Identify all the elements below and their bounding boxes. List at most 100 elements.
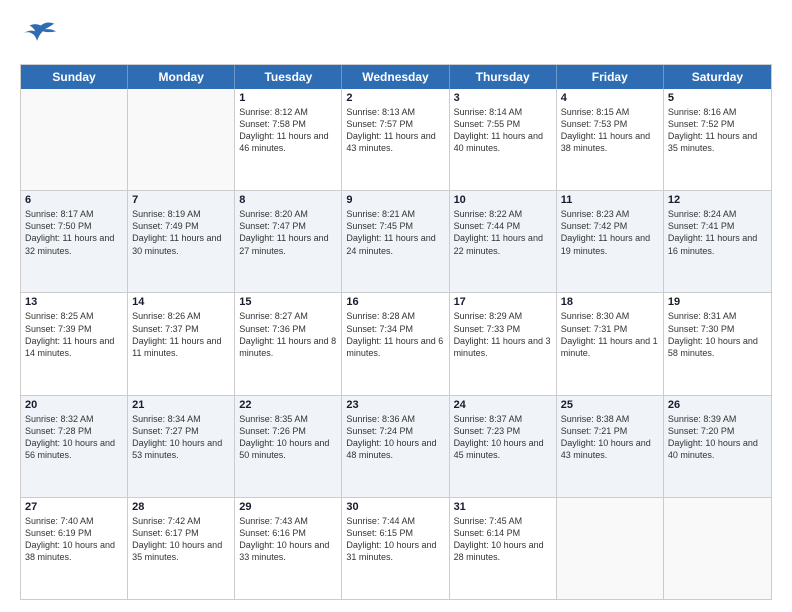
page: SundayMondayTuesdayWednesdayThursdayFrid… xyxy=(0,0,792,612)
day-number: 28 xyxy=(132,501,230,513)
day-cell: 17 Sunrise: 8:29 AM Sunset: 7:33 PM Dayli… xyxy=(450,293,557,394)
day-number: 21 xyxy=(132,399,230,411)
day-cell: 13Sunrise: 8:25 AM Sunset: 7:39 PM Dayli… xyxy=(21,293,128,394)
day-cell: 25 Sunrise: 8:38 AM Sunset: 7:21 PM Dayli… xyxy=(557,396,664,497)
day-number: 9 xyxy=(346,194,444,206)
day-cell: 24 Sunrise: 8:37 AM Sunset: 7:23 PM Dayli… xyxy=(450,396,557,497)
day-name-thursday: Thursday xyxy=(450,65,557,89)
day-info: Sunrise: 8:24 AM Sunset: 7:41 PM Dayligh… xyxy=(668,208,767,257)
week-row: 20 Sunrise: 8:32 AM Sunset: 7:28 PM Dayli… xyxy=(21,395,771,497)
day-cell: 28 Sunrise: 7:42 AM Sunset: 6:17 PM Dayli… xyxy=(128,498,235,599)
day-cell xyxy=(21,89,128,190)
day-number: 10 xyxy=(454,194,552,206)
day-info: Sunrise: 7:42 AM Sunset: 6:17 PM Dayligh… xyxy=(132,515,230,564)
day-info: Sunrise: 8:19 AM Sunset: 7:49 PM Dayligh… xyxy=(132,208,230,257)
day-info: Sunrise: 8:35 AM Sunset: 7:26 PM Dayligh… xyxy=(239,413,337,462)
day-number: 4 xyxy=(561,92,659,104)
day-cell: 21 Sunrise: 8:34 AM Sunset: 7:27 PM Dayli… xyxy=(128,396,235,497)
day-number: 19 xyxy=(668,296,767,308)
day-number: 18 xyxy=(561,296,659,308)
day-cell xyxy=(664,498,771,599)
day-number: 24 xyxy=(454,399,552,411)
day-info: Sunrise: 8:36 AM Sunset: 7:24 PM Dayligh… xyxy=(346,413,444,462)
day-number: 15 xyxy=(239,296,337,308)
day-info: Sunrise: 8:20 AM Sunset: 7:47 PM Dayligh… xyxy=(239,208,337,257)
day-number: 12 xyxy=(668,194,767,206)
day-number: 14 xyxy=(132,296,230,308)
day-cell: 18 Sunrise: 8:30 AM Sunset: 7:31 PM Dayli… xyxy=(557,293,664,394)
day-cell: 6 Sunrise: 8:17 AM Sunset: 7:50 PM Daylig… xyxy=(21,191,128,292)
day-info: Sunrise: 8:28 AM Sunset: 7:34 PM Dayligh… xyxy=(346,310,444,359)
day-info: Sunrise: 8:21 AM Sunset: 7:45 PM Dayligh… xyxy=(346,208,444,257)
day-info: Sunrise: 8:23 AM Sunset: 7:42 PM Dayligh… xyxy=(561,208,659,257)
day-cell: 22 Sunrise: 8:35 AM Sunset: 7:26 PM Dayli… xyxy=(235,396,342,497)
day-number: 25 xyxy=(561,399,659,411)
day-cell: 5 Sunrise: 8:16 AM Sunset: 7:52 PM Daylig… xyxy=(664,89,771,190)
day-number: 5 xyxy=(668,92,767,104)
day-info: Sunrise: 8:26 AM Sunset: 7:37 PM Dayligh… xyxy=(132,310,230,359)
day-info: Sunrise: 8:30 AM Sunset: 7:31 PM Dayligh… xyxy=(561,310,659,359)
day-number: 26 xyxy=(668,399,767,411)
day-info: Sunrise: 8:17 AM Sunset: 7:50 PM Dayligh… xyxy=(25,208,123,257)
day-cell: 26Sunrise: 8:39 AM Sunset: 7:20 PM Dayli… xyxy=(664,396,771,497)
day-number: 27 xyxy=(25,501,123,513)
day-cell: 20 Sunrise: 8:32 AM Sunset: 7:28 PM Dayli… xyxy=(21,396,128,497)
week-row: 27Sunrise: 7:40 AM Sunset: 6:19 PM Dayli… xyxy=(21,497,771,599)
day-number: 8 xyxy=(239,194,337,206)
day-number: 16 xyxy=(346,296,444,308)
day-info: Sunrise: 8:37 AM Sunset: 7:23 PM Dayligh… xyxy=(454,413,552,462)
day-cell: 19 Sunrise: 8:31 AM Sunset: 7:30 PM Dayli… xyxy=(664,293,771,394)
day-cell: 23Sunrise: 8:36 AM Sunset: 7:24 PM Dayli… xyxy=(342,396,449,497)
day-name-sunday: Sunday xyxy=(21,65,128,89)
day-info: Sunrise: 8:34 AM Sunset: 7:27 PM Dayligh… xyxy=(132,413,230,462)
day-name-tuesday: Tuesday xyxy=(235,65,342,89)
day-info: Sunrise: 7:44 AM Sunset: 6:15 PM Dayligh… xyxy=(346,515,444,564)
day-info: Sunrise: 8:12 AM Sunset: 7:58 PM Dayligh… xyxy=(239,106,337,155)
day-cell: 11Sunrise: 8:23 AM Sunset: 7:42 PM Dayli… xyxy=(557,191,664,292)
day-number: 6 xyxy=(25,194,123,206)
day-info: Sunrise: 8:38 AM Sunset: 7:21 PM Dayligh… xyxy=(561,413,659,462)
calendar-body: 1 Sunrise: 8:12 AM Sunset: 7:58 PM Daylig… xyxy=(21,89,771,599)
day-info: Sunrise: 7:45 AM Sunset: 6:14 PM Dayligh… xyxy=(454,515,552,564)
day-number: 22 xyxy=(239,399,337,411)
day-number: 3 xyxy=(454,92,552,104)
day-info: Sunrise: 8:27 AM Sunset: 7:36 PM Dayligh… xyxy=(239,310,337,359)
day-number: 17 xyxy=(454,296,552,308)
logo xyxy=(20,16,62,54)
calendar: SundayMondayTuesdayWednesdayThursdayFrid… xyxy=(20,64,772,600)
day-number: 31 xyxy=(454,501,552,513)
day-number: 13 xyxy=(25,296,123,308)
day-info: Sunrise: 8:32 AM Sunset: 7:28 PM Dayligh… xyxy=(25,413,123,462)
day-cell: 8 Sunrise: 8:20 AM Sunset: 7:47 PM Daylig… xyxy=(235,191,342,292)
day-info: Sunrise: 8:14 AM Sunset: 7:55 PM Dayligh… xyxy=(454,106,552,155)
week-row: 13Sunrise: 8:25 AM Sunset: 7:39 PM Dayli… xyxy=(21,292,771,394)
day-name-friday: Friday xyxy=(557,65,664,89)
day-cell: 12 Sunrise: 8:24 AM Sunset: 7:41 PM Dayli… xyxy=(664,191,771,292)
header xyxy=(20,16,772,54)
day-info: Sunrise: 8:29 AM Sunset: 7:33 PM Dayligh… xyxy=(454,310,552,359)
day-info: Sunrise: 8:31 AM Sunset: 7:30 PM Dayligh… xyxy=(668,310,767,359)
day-info: Sunrise: 8:13 AM Sunset: 7:57 PM Dayligh… xyxy=(346,106,444,155)
week-row: 1 Sunrise: 8:12 AM Sunset: 7:58 PM Daylig… xyxy=(21,89,771,190)
day-number: 2 xyxy=(346,92,444,104)
day-info: Sunrise: 8:15 AM Sunset: 7:53 PM Dayligh… xyxy=(561,106,659,155)
day-cell: 15 Sunrise: 8:27 AM Sunset: 7:36 PM Dayli… xyxy=(235,293,342,394)
day-cell: 7Sunrise: 8:19 AM Sunset: 7:49 PM Daylig… xyxy=(128,191,235,292)
day-name-saturday: Saturday xyxy=(664,65,771,89)
day-cell: 29Sunrise: 7:43 AM Sunset: 6:16 PM Dayli… xyxy=(235,498,342,599)
day-info: Sunrise: 8:22 AM Sunset: 7:44 PM Dayligh… xyxy=(454,208,552,257)
day-cell: 9 Sunrise: 8:21 AM Sunset: 7:45 PM Daylig… xyxy=(342,191,449,292)
day-number: 1 xyxy=(239,92,337,104)
calendar-header: SundayMondayTuesdayWednesdayThursdayFrid… xyxy=(21,65,771,89)
day-info: Sunrise: 7:43 AM Sunset: 6:16 PM Dayligh… xyxy=(239,515,337,564)
day-cell: 10 Sunrise: 8:22 AM Sunset: 7:44 PM Dayli… xyxy=(450,191,557,292)
day-cell: 30Sunrise: 7:44 AM Sunset: 6:15 PM Dayli… xyxy=(342,498,449,599)
day-cell: 31 Sunrise: 7:45 AM Sunset: 6:14 PM Dayli… xyxy=(450,498,557,599)
day-cell: 4 Sunrise: 8:15 AM Sunset: 7:53 PM Daylig… xyxy=(557,89,664,190)
day-number: 20 xyxy=(25,399,123,411)
logo-icon xyxy=(20,16,58,54)
day-cell: 14 Sunrise: 8:26 AM Sunset: 7:37 PM Dayli… xyxy=(128,293,235,394)
day-name-wednesday: Wednesday xyxy=(342,65,449,89)
day-info: Sunrise: 8:16 AM Sunset: 7:52 PM Dayligh… xyxy=(668,106,767,155)
day-cell: 16 Sunrise: 8:28 AM Sunset: 7:34 PM Dayli… xyxy=(342,293,449,394)
